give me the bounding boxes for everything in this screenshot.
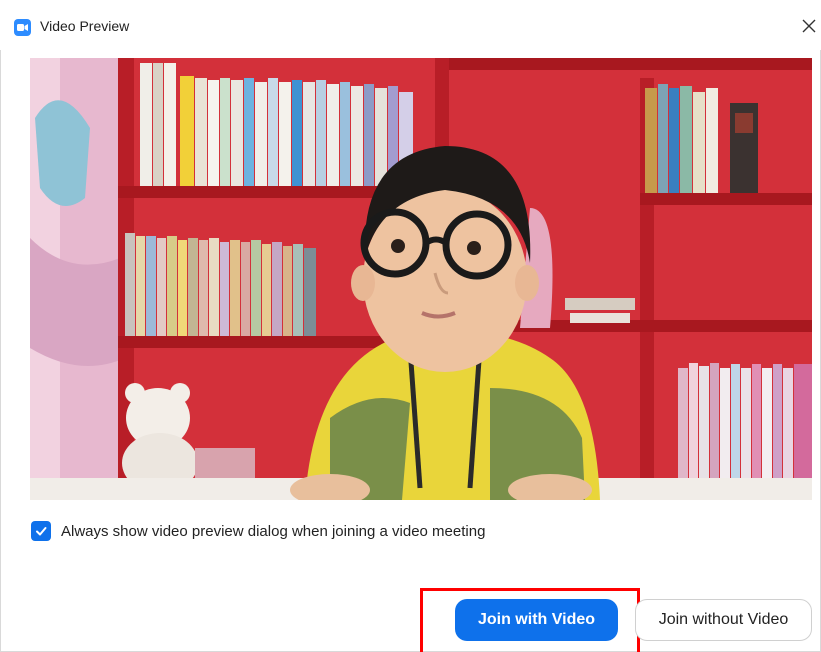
video-preview-dialog: Video Preview Always show video preview … [0,0,821,652]
video-preview-image [30,58,812,500]
window-title: Video Preview [40,18,130,34]
close-icon[interactable] [797,14,821,38]
title-bar: Video Preview [0,0,821,50]
zoom-app-icon [14,19,31,36]
checkmark-icon [36,527,47,536]
join-without-video-button[interactable]: Join without Video [635,599,812,641]
always-show-preview-checkbox[interactable] [31,521,51,541]
join-with-video-button[interactable]: Join with Video [455,599,618,641]
always-show-preview-label: Always show video preview dialog when jo… [61,522,486,540]
always-show-preview-option[interactable]: Always show video preview dialog when jo… [31,520,485,542]
